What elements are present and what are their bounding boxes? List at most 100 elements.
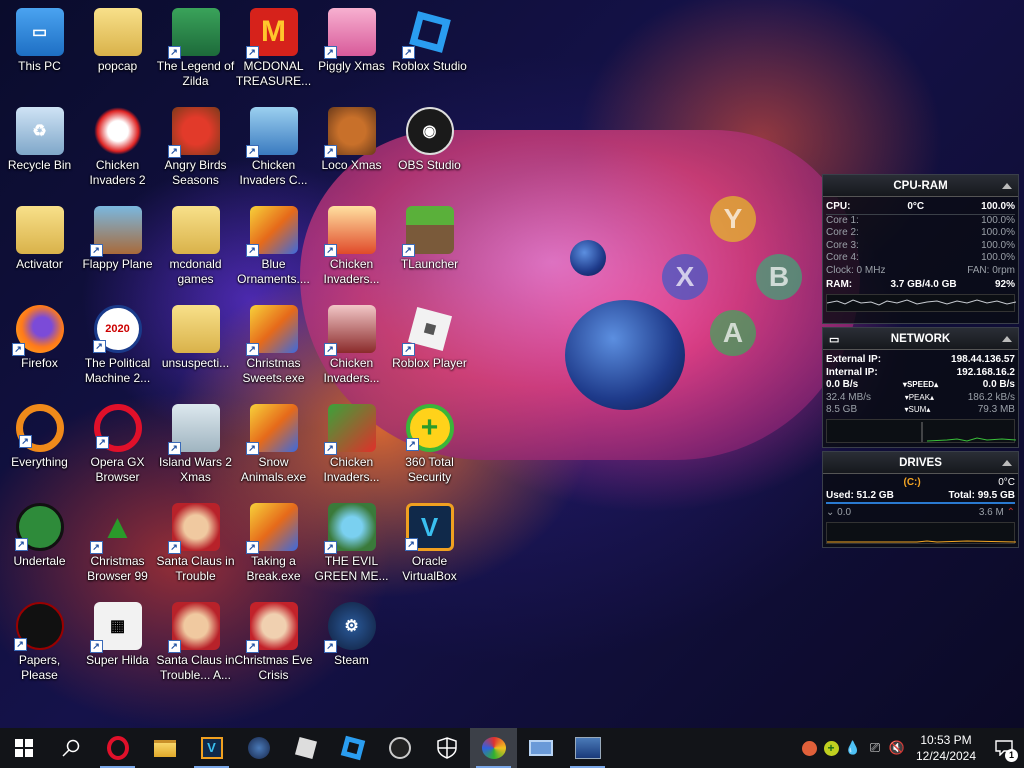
- tray-volume-muted-icon[interactable]: 🔇: [886, 737, 908, 759]
- taskbar-file-explorer[interactable]: [141, 728, 188, 768]
- desktop-icon-chicken-invaders-d[interactable]: ↗ Chicken Invaders...: [312, 396, 391, 488]
- shortcut-arrow-icon: ↗: [401, 244, 415, 257]
- cpu-row: CPU: 0°C 100.0%: [823, 201, 1018, 214]
- icon-label: Steam: [334, 653, 369, 667]
- undertale-icon: ↗: [14, 503, 64, 551]
- desktop-icon-christmas-eve-crisis[interactable]: ↗ Christmas Eve Crisis: [234, 594, 313, 686]
- desktop-icon-political-machine[interactable]: 2020 ↗ The Political Machine 2...: [78, 297, 157, 389]
- gift-box-icon: ↗: [245, 404, 298, 455]
- external-ip-label: External IP:: [826, 354, 882, 365]
- taskbar-steam[interactable]: [235, 728, 282, 768]
- desktop-icon-blue-ornaments[interactable]: ↗ Blue Ornaments....: [234, 198, 313, 290]
- shortcut-arrow-icon: ↗: [89, 640, 103, 653]
- desktop-icon-chicken-invaders-b[interactable]: ↗ Chicken Invaders...: [312, 297, 391, 389]
- desktop-icon-undertale[interactable]: ↗ Undertale: [0, 495, 79, 587]
- notification-center-button[interactable]: 1: [984, 728, 1024, 768]
- desktop-icon-recycle-bin[interactable]: ♻ Recycle Bin: [0, 99, 79, 191]
- desktop-icon-chicken-invaders-2[interactable]: 2 Chicken Invaders 2: [78, 99, 157, 191]
- icon-label: Opera GX Browser: [90, 455, 145, 484]
- drives-header[interactable]: DRIVES: [823, 452, 1018, 474]
- desktop-icon-christmas-sweets[interactable]: ↗ Christmas Sweets.exe: [234, 297, 313, 389]
- tray-network-icon[interactable]: ⎚: [864, 737, 886, 759]
- taskbar-system-app[interactable]: [564, 728, 611, 768]
- super-hilda-icon: ▦ ↗: [89, 602, 142, 653]
- desktop-icon-island-wars-2-xmas[interactable]: ↗ Island Wars 2 Xmas: [156, 396, 235, 488]
- network-header[interactable]: ▭ NETWORK: [823, 328, 1018, 350]
- shortcut-arrow-icon: ↗: [95, 436, 109, 449]
- tray-app-icon: [801, 740, 817, 756]
- christmas-tree-icon: ▲ ↗: [89, 503, 142, 554]
- wallpaper-button-y: Y: [710, 196, 756, 242]
- shortcut-arrow-icon: ↗: [245, 442, 259, 455]
- icon-label: Blue Ornaments....: [237, 257, 310, 286]
- taskbar-roblox-player[interactable]: [282, 728, 329, 768]
- desktop-icon-papers-please[interactable]: ↗ Papers, Please: [0, 594, 79, 686]
- icon-label: Undertale: [13, 554, 66, 568]
- collapse-icon[interactable]: [1002, 336, 1012, 342]
- collapse-icon[interactable]: [1002, 183, 1012, 189]
- collapse-icon[interactable]: [1002, 460, 1012, 466]
- file-explorer-icon: [153, 739, 176, 757]
- desktop-icon-christmas-browser-99[interactable]: ▲ ↗ Christmas Browser 99: [78, 495, 157, 587]
- fan-label: FAN: 0rpm: [967, 264, 1015, 276]
- desktop-icon-mcdonal-treasure[interactable]: M ↗ MCDONAL TREASURE...: [234, 0, 313, 92]
- icon-label: Activator: [16, 257, 63, 271]
- recycle-bin-icon: ♻: [15, 107, 64, 155]
- desktop-icon-loco-xmas[interactable]: ↗ Loco Xmas: [312, 99, 391, 191]
- desktop-icon-chicken-invaders-a[interactable]: ↗ Chicken Invaders...: [312, 198, 391, 290]
- desktop-icon-unsuspecti[interactable]: unsuspecti...: [156, 297, 235, 389]
- desktop-icon-popcap[interactable]: popcap: [78, 0, 157, 92]
- system-app-icon: [574, 737, 601, 759]
- desktop-icon-evil-green-me[interactable]: ↗ THE EVIL GREEN ME...: [312, 495, 391, 587]
- desktop-icon-snow-animals[interactable]: ↗ Snow Animals.exe: [234, 396, 313, 488]
- computer-icon: ▭: [15, 8, 64, 56]
- desktop-icon-firefox[interactable]: ↗ Firefox: [0, 297, 79, 389]
- search-button[interactable]: [47, 728, 94, 768]
- desktop-icon-roblox-player[interactable]: ↗ Roblox Player: [390, 297, 469, 389]
- drive-temp: 0°C: [998, 477, 1015, 488]
- desktop-icon-piggly-xmas[interactable]: ↗ Piggly Xmas: [312, 0, 391, 92]
- obs-icon: ◉: [405, 107, 454, 155]
- desktop-icon-angry-birds-seasons[interactable]: ↗ Angry Birds Seasons: [156, 99, 235, 191]
- desktop-icon-legend-of-zilda[interactable]: ↗ The Legend of Zilda: [156, 0, 235, 92]
- desktop-icon-obs-studio[interactable]: ◉ OBS Studio: [390, 99, 469, 191]
- tray-drop-icon[interactable]: 💧: [842, 737, 864, 759]
- shortcut-arrow-icon: ↗: [167, 640, 181, 653]
- paint-palette-icon: [481, 737, 506, 759]
- desktop-icon-flappy-plane[interactable]: ↗ Flappy Plane: [78, 198, 157, 290]
- desktop-icon-chicken-invaders-c[interactable]: ↗ Chicken Invaders C...: [234, 99, 313, 191]
- desktop-icon-mcdonald-games[interactable]: mcdonald games: [156, 198, 235, 290]
- taskbar-virtualbox[interactable]: V: [188, 728, 235, 768]
- desktop-icon-tlauncher[interactable]: ↗ TLauncher: [390, 198, 469, 290]
- taskbar-opera-gx[interactable]: [94, 728, 141, 768]
- minecraft-grass-icon: ↗: [401, 206, 454, 257]
- taskbar-window-app[interactable]: [517, 728, 564, 768]
- shortcut-arrow-icon: ↗: [245, 541, 259, 554]
- icon-label: Chicken Invaders...: [323, 257, 380, 286]
- tray-app-red[interactable]: [798, 737, 820, 759]
- desktop-icon-activator[interactable]: Activator: [0, 198, 79, 290]
- taskbar-security[interactable]: [423, 728, 470, 768]
- santa-claus-icon: ↗: [245, 602, 298, 653]
- desktop-icon-santa-claus-in-trouble-again[interactable]: ↗ Santa Claus in Trouble... A...: [156, 594, 235, 686]
- desktop-icon-this-pc[interactable]: ▭ This PC: [0, 0, 79, 92]
- chicken-invaders-icon: 2: [93, 107, 142, 155]
- desktop-icon-360-total-security[interactable]: + ↗ 360 Total Security: [390, 396, 469, 488]
- desktop-icon-opera-gx[interactable]: ↗ Opera GX Browser: [78, 396, 157, 488]
- desktop-icon-everything[interactable]: ↗ Everything: [0, 396, 79, 488]
- desktop-icon-santa-claus-in-trouble[interactable]: ↗ Santa Claus in Trouble: [156, 495, 235, 587]
- desktop-icon-steam[interactable]: ⚙ ↗ Steam: [312, 594, 391, 686]
- core-row: Core 4: 100.0%: [823, 252, 1018, 265]
- start-button[interactable]: [0, 728, 47, 768]
- desktop-icon-oracle-virtualbox[interactable]: V ↗ Oracle VirtualBox: [390, 495, 469, 587]
- taskbar-roblox-studio[interactable]: [329, 728, 376, 768]
- desktop-icon-taking-a-break[interactable]: ↗ Taking a Break.exe: [234, 495, 313, 587]
- internal-ip-value: 192.168.16.2: [956, 366, 1015, 378]
- taskbar-obs-studio[interactable]: [376, 728, 423, 768]
- cpu-ram-header[interactable]: CPU-RAM: [823, 175, 1018, 197]
- taskbar-clock[interactable]: 10:53 PM 12/24/2024: [908, 732, 984, 764]
- taskbar-paint[interactable]: [470, 728, 517, 768]
- desktop-icon-super-hilda[interactable]: ▦ ↗ Super Hilda: [78, 594, 157, 686]
- desktop-icon-roblox-studio[interactable]: ↗ Roblox Studio: [390, 0, 469, 92]
- tray-360-security[interactable]: +: [820, 737, 842, 759]
